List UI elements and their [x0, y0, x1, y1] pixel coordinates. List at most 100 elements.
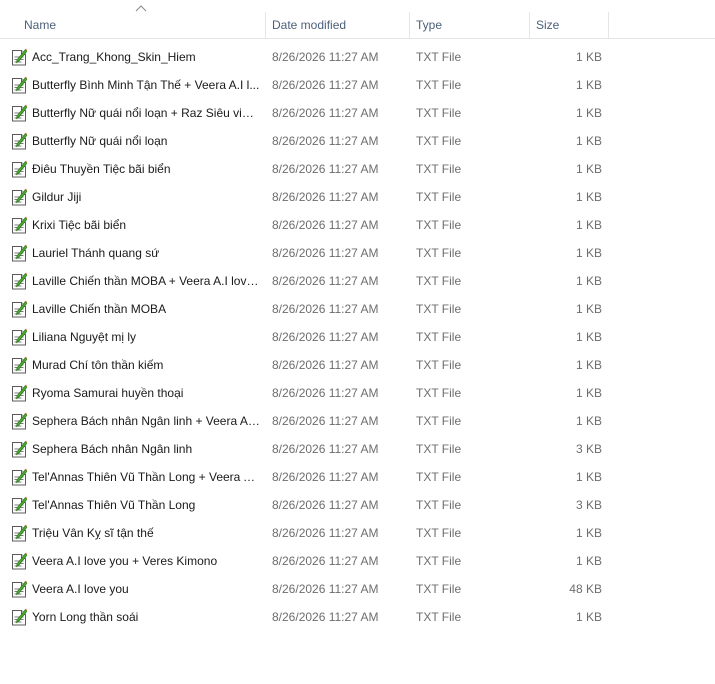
file-row[interactable]: Veera A.I love you 8/26/2026 11:27 AM TX… — [0, 575, 612, 603]
file-name: Triệu Vân Kỵ sĩ tận thế — [32, 526, 154, 540]
text-file-icon — [12, 328, 27, 346]
text-file-icon — [12, 188, 27, 206]
file-date-modified: 8/26/2026 11:27 AM — [272, 274, 379, 288]
file-date-modified: 8/26/2026 11:27 AM — [272, 134, 379, 148]
file-type: TXT File — [416, 358, 462, 372]
file-size: 1 KB — [575, 246, 602, 260]
text-file-icon — [12, 104, 27, 122]
file-date-modified: 8/26/2026 11:27 AM — [272, 442, 379, 456]
file-size: 1 KB — [575, 218, 602, 232]
file-date-modified: 8/26/2026 11:27 AM — [272, 218, 379, 232]
text-file-icon — [12, 412, 27, 430]
file-row[interactable]: Yorn Long thần soái 8/26/2026 11:27 AM T… — [0, 603, 612, 631]
file-row[interactable]: Ryoma Samurai huyền thoại 8/26/2026 11:2… — [0, 379, 612, 407]
file-date-modified: 8/26/2026 11:27 AM — [272, 162, 379, 176]
file-date-modified: 8/26/2026 11:27 AM — [272, 498, 379, 512]
file-type: TXT File — [416, 190, 462, 204]
file-row[interactable]: Liliana Nguyệt mị ly 8/26/2026 11:27 AM … — [0, 323, 612, 351]
column-header-name[interactable]: Name — [0, 12, 265, 38]
text-file-icon — [12, 160, 27, 178]
file-size: 1 KB — [575, 610, 602, 624]
file-size: 1 KB — [575, 414, 602, 428]
file-size: 1 KB — [575, 134, 602, 148]
file-explorer-details-view: Name Date modified Type Size Acc_Trang_K… — [0, 0, 715, 684]
file-name: Butterfly Nữ quái nổi loạn + Raz Siêu vi… — [32, 106, 260, 120]
file-type: TXT File — [416, 610, 462, 624]
text-file-icon — [12, 384, 27, 402]
file-type: TXT File — [416, 274, 462, 288]
file-type: TXT File — [416, 78, 462, 92]
file-date-modified: 8/26/2026 11:27 AM — [272, 330, 379, 344]
file-date-modified: 8/26/2026 11:27 AM — [272, 50, 379, 64]
file-size: 1 KB — [575, 526, 602, 540]
file-row[interactable]: Laville Chiến thần MOBA + Veera A.I love… — [0, 267, 612, 295]
file-name: Liliana Nguyệt mị ly — [32, 330, 137, 344]
column-divider[interactable] — [608, 12, 609, 38]
file-size: 1 KB — [575, 302, 602, 316]
file-name: Gildur Jiji — [32, 190, 82, 204]
file-row[interactable]: Tel'Annas Thiên Vũ Thần Long 8/26/2026 1… — [0, 491, 612, 519]
file-row[interactable]: Butterfly Nữ quái nổi loạn + Raz Siêu vi… — [0, 99, 612, 127]
file-date-modified: 8/26/2026 11:27 AM — [272, 526, 379, 540]
file-size: 3 KB — [575, 442, 602, 456]
file-size: 1 KB — [575, 386, 602, 400]
file-row[interactable]: Gildur Jiji 8/26/2026 11:27 AM TXT File … — [0, 183, 612, 211]
file-name: Sephera Bách nhân Ngân linh — [32, 442, 193, 456]
file-row[interactable]: Laville Chiến thần MOBA 8/26/2026 11:27 … — [0, 295, 612, 323]
text-file-icon — [12, 580, 27, 598]
file-name: Tel'Annas Thiên Vũ Thần Long — [32, 498, 196, 512]
text-file-icon — [12, 356, 27, 374]
file-row[interactable]: Krixi Tiệc bãi biển 8/26/2026 11:27 AM T… — [0, 211, 612, 239]
file-size: 1 KB — [575, 106, 602, 120]
file-name: Ryoma Samurai huyền thoại — [32, 386, 184, 400]
file-name: Krixi Tiệc bãi biển — [32, 218, 127, 232]
text-file-icon — [12, 216, 27, 234]
file-size: 1 KB — [575, 554, 602, 568]
text-file-icon — [12, 48, 27, 66]
file-name: Butterfly Nữ quái nổi loạn — [32, 134, 168, 148]
file-row[interactable]: Sephera Bách nhân Ngân linh + Veera A.I.… — [0, 407, 612, 435]
file-type: TXT File — [416, 134, 462, 148]
file-row[interactable]: Sephera Bách nhân Ngân linh 8/26/2026 11… — [0, 435, 612, 463]
column-header-size[interactable]: Size — [530, 12, 608, 38]
file-row[interactable]: Lauriel Thánh quang sứ 8/26/2026 11:27 A… — [0, 239, 612, 267]
text-file-icon — [12, 468, 27, 486]
column-header-type[interactable]: Type — [410, 12, 529, 38]
file-size: 48 KB — [569, 582, 602, 596]
file-name: Butterfly Bình Minh Tận Thế + Veera A.I … — [32, 78, 260, 92]
file-type: TXT File — [416, 498, 462, 512]
file-date-modified: 8/26/2026 11:27 AM — [272, 302, 379, 316]
file-row[interactable]: Tel'Annas Thiên Vũ Thần Long + Veera A..… — [0, 463, 612, 491]
file-type: TXT File — [416, 218, 462, 232]
file-row[interactable]: Veera A.I love you + Veres Kimono 8/26/2… — [0, 547, 612, 575]
file-row[interactable]: Butterfly Nữ quái nổi loạn 8/26/2026 11:… — [0, 127, 612, 155]
file-name: Murad Chí tôn thần kiếm — [32, 358, 164, 372]
file-name: Laville Chiến thần MOBA + Veera A.I love… — [32, 274, 260, 288]
sort-ascending-icon — [135, 5, 147, 12]
file-date-modified: 8/26/2026 11:27 AM — [272, 190, 379, 204]
file-row[interactable]: Điêu Thuyền Tiệc bãi biển 8/26/2026 11:2… — [0, 155, 612, 183]
file-name: Tel'Annas Thiên Vũ Thần Long + Veera A..… — [32, 470, 260, 484]
file-type: TXT File — [416, 414, 462, 428]
column-header-date-modified[interactable]: Date modified — [266, 12, 409, 38]
file-type: TXT File — [416, 162, 462, 176]
file-name: Sephera Bách nhân Ngân linh + Veera A.I.… — [32, 414, 260, 428]
text-file-icon — [12, 132, 27, 150]
file-row[interactable]: Murad Chí tôn thần kiếm 8/26/2026 11:27 … — [0, 351, 612, 379]
file-date-modified: 8/26/2026 11:27 AM — [272, 582, 379, 596]
text-file-icon — [12, 272, 27, 290]
file-size: 1 KB — [575, 190, 602, 204]
file-row[interactable]: Butterfly Bình Minh Tận Thế + Veera A.I … — [0, 71, 612, 99]
file-type: TXT File — [416, 386, 462, 400]
file-size: 1 KB — [575, 78, 602, 92]
text-file-icon — [12, 244, 27, 262]
column-header-bar: Name Date modified Type Size — [0, 0, 715, 39]
file-type: TXT File — [416, 442, 462, 456]
file-name: Điêu Thuyền Tiệc bãi biển — [32, 162, 171, 176]
file-type: TXT File — [416, 470, 462, 484]
file-row[interactable]: Triệu Vân Kỵ sĩ tận thế 8/26/2026 11:27 … — [0, 519, 612, 547]
file-size: 3 KB — [575, 498, 602, 512]
file-type: TXT File — [416, 554, 462, 568]
column-header-date-label: Date modified — [272, 18, 347, 32]
file-row[interactable]: Acc_Trang_Khong_Skin_Hiem 8/26/2026 11:2… — [0, 43, 612, 71]
